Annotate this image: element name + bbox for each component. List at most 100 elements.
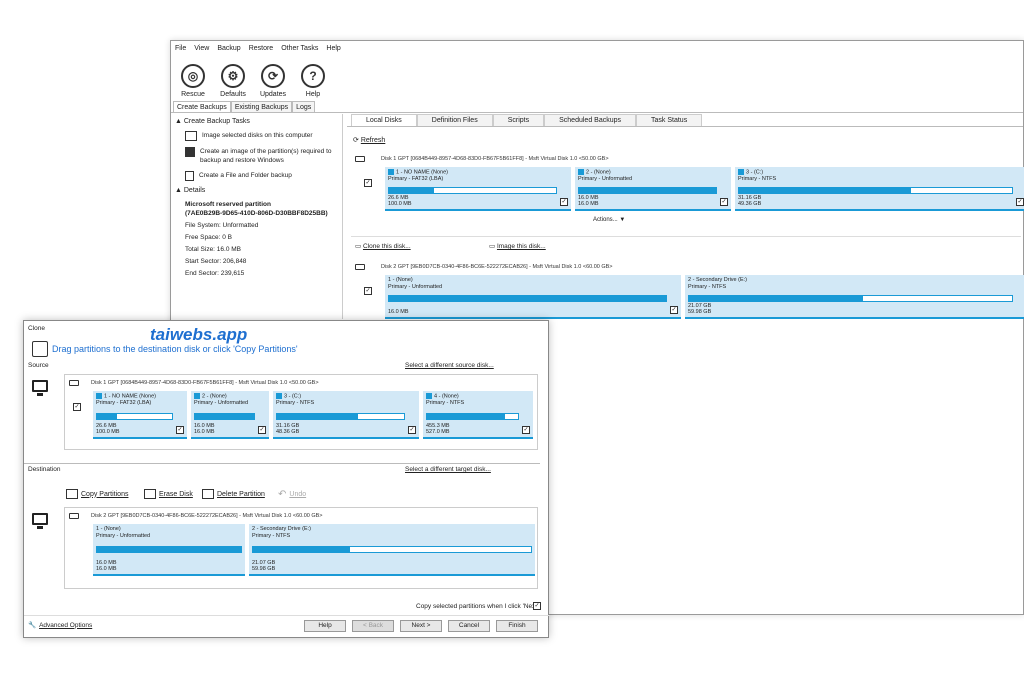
partition-type: Primary - NTFS (426, 400, 465, 407)
windows-icon (578, 169, 584, 175)
total-size: 48.36 GB (276, 429, 300, 435)
usage-bar (578, 187, 717, 194)
usage-bar (194, 413, 255, 420)
used-size: 16.0 MB (388, 309, 409, 315)
usage-bar (738, 187, 1013, 194)
help-dialog-button[interactable]: Help (304, 620, 346, 632)
instruction-text: Drag partitions to the destination disk … (52, 344, 298, 354)
clone-icon: ▭ (355, 243, 363, 250)
partition-type: Primary - FAT32 (LBA) (388, 176, 444, 183)
erase-disk-button[interactable]: Erase Disk (144, 489, 193, 499)
clone-disk-link[interactable]: ▭ Clone this disk... (355, 242, 411, 250)
total-size: 49.36 GB (738, 201, 762, 207)
partition[interactable]: 1 - NO NAME (None) Primary - FAT32 (LBA)… (385, 167, 571, 211)
partition[interactable]: 3 - (C:) Primary - NTFS 31.16 GB 49.36 GB… (735, 167, 1024, 211)
windows-icon (194, 393, 200, 399)
windows-icon (426, 393, 432, 399)
disk-1-checkbox[interactable]: ✓ (364, 179, 372, 187)
partition-checkbox[interactable]: ✓ (1016, 198, 1024, 206)
menu-view[interactable]: View (194, 45, 209, 52)
hdd-icon (69, 513, 79, 519)
refresh-button[interactable]: ⟳ Refresh (353, 136, 385, 144)
disk-2-checkbox[interactable]: ✓ (364, 287, 372, 295)
tab-local-disks[interactable]: Local Disks (351, 114, 417, 126)
partition-checkbox[interactable]: ✓ (176, 426, 184, 434)
partition-name: 2 - (None) (586, 169, 611, 176)
hdd-icon (69, 380, 79, 386)
delete-icon (202, 489, 214, 499)
select-source-link[interactable]: Select a different source disk... (405, 362, 494, 369)
partition[interactable]: 1 - NO NAME (None) Primary - FAT32 (LBA)… (93, 391, 187, 439)
menu-help[interactable]: Help (326, 45, 340, 52)
partition[interactable]: 1 - (None) Primary - Unformatted 16.0 MB… (385, 275, 681, 319)
details-field: Total Size: 16.0 MB (185, 246, 241, 253)
back-button[interactable]: < Back (352, 620, 394, 632)
partition-checkbox[interactable]: ✓ (560, 198, 568, 206)
image-disk-link[interactable]: ▭ Image this disk... (489, 242, 546, 250)
actions-dropdown[interactable]: Actions... ▼ (593, 217, 625, 223)
partition-checkbox[interactable]: ✓ (258, 426, 266, 434)
tasks-header[interactable]: ▲ Create Backup Tasks (175, 118, 338, 125)
refresh-label: Refresh (360, 137, 386, 144)
help-button[interactable]: ? Help (295, 55, 331, 101)
partition-checkbox[interactable]: ✓ (670, 306, 678, 314)
delete-partition-button[interactable]: Delete Partition (202, 489, 265, 499)
select-target-link[interactable]: Select a different target disk... (405, 466, 491, 473)
tab-scripts[interactable]: Scripts (492, 114, 545, 126)
copy-partitions-button[interactable]: Copy Partitions (66, 489, 128, 499)
menu-file[interactable]: File (175, 45, 186, 52)
tab-logs[interactable]: Logs (292, 101, 316, 112)
next-button[interactable]: Next > (400, 620, 442, 632)
source-disk-checkbox[interactable]: ✓ (73, 403, 81, 411)
partition-name: 1 - NO NAME (None) (396, 169, 448, 176)
defaults-button[interactable]: ⚙ Defaults (215, 55, 251, 101)
undo-button[interactable]: ↶ Undo (278, 489, 306, 500)
tab-create-backups[interactable]: Create Backups (173, 101, 231, 112)
total-size: 59.98 GB (252, 566, 276, 572)
partition[interactable]: 1 - (None) Primary - Unformatted 16.0 MB… (93, 524, 245, 576)
partition-checkbox[interactable]: ✓ (408, 426, 416, 434)
tab-existing-backups[interactable]: Existing Backups (230, 101, 293, 112)
tab-scheduled-backups[interactable]: Scheduled Backups (544, 114, 637, 126)
windows-icon (388, 169, 394, 175)
partition[interactable]: 4 - (None) Primary - NTFS 455.3 MB 527.0 … (423, 391, 533, 439)
finish-button[interactable]: Finish (496, 620, 538, 632)
details-header-label: Details (183, 187, 206, 194)
rescue-button[interactable]: ◎ Rescue (175, 55, 211, 101)
usage-bar (276, 413, 405, 420)
menu-other-tasks[interactable]: Other Tasks (281, 45, 318, 52)
partition-type: Primary - NTFS (738, 176, 777, 183)
partition[interactable]: 2 - Secondary Drive (E:) Primary - NTFS … (685, 275, 1024, 319)
destination-disk: Disk 2 GPT [9EB0D7CB-0340-4F86-BC6E-5222… (64, 507, 538, 589)
toolbar: ◎ Rescue ⚙ Defaults ⟳ Updates ? Help (171, 55, 1023, 101)
details-header[interactable]: ▲ Details (175, 187, 338, 194)
watermark-text: taiwebs.app (150, 325, 248, 344)
copy-partitions-label: Copy Partitions (81, 490, 129, 498)
task-file-folder[interactable]: Create a File and Folder backup (185, 171, 338, 181)
partition[interactable]: 2 - (None) Primary - Unformatted 16.0 MB… (191, 391, 269, 439)
partition-checkbox[interactable]: ✓ (720, 198, 728, 206)
partition[interactable]: 2 - Secondary Drive (E:) Primary - NTFS … (249, 524, 535, 576)
copy-option-checkbox[interactable]: ✓ (533, 602, 541, 610)
copy-icon (66, 489, 78, 499)
partition-name: 1 - (None) (388, 277, 413, 283)
partition-type: Primary - Unformatted (388, 284, 443, 290)
menu-restore[interactable]: Restore (249, 45, 274, 52)
tab-definition-files[interactable]: Definition Files (416, 114, 493, 126)
partition[interactable]: 3 - (C:) Primary - NTFS 31.16 GB 48.36 GB… (273, 391, 419, 439)
menu-backup[interactable]: Backup (217, 45, 240, 52)
partition-name: 2 - (None) (202, 393, 227, 400)
usage-fill (253, 547, 351, 552)
cancel-button[interactable]: Cancel (448, 620, 490, 632)
tab-task-status[interactable]: Task Status (636, 114, 703, 126)
updates-label: Updates (259, 91, 287, 98)
partition-checkbox[interactable]: ✓ (522, 426, 530, 434)
disk-1-panel: Disk 1 GPT [0684B449-8957-4D68-83D0-FB67… (351, 151, 1024, 231)
eraser-icon (144, 489, 156, 499)
updates-button[interactable]: ⟳ Updates (255, 55, 291, 101)
task-image-windows[interactable]: Create an image of the partition(s) requ… (185, 147, 338, 165)
advanced-options-button[interactable]: 🔧 Advanced Options (28, 621, 92, 630)
total-size: 16.0 MB (194, 429, 215, 435)
task-image-disks[interactable]: Image selected disks on this computer (185, 131, 338, 141)
partition[interactable]: 2 - (None) Primary - Unformatted 16.0 MB… (575, 167, 731, 211)
